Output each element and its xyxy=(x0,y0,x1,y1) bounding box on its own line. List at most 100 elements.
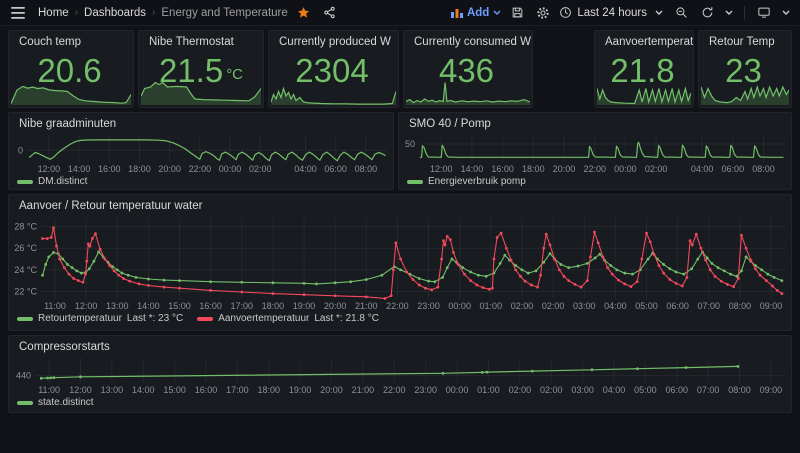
refresh-interval-chevron-icon[interactable] xyxy=(723,3,735,23)
breadcrumb: Home › Dashboards › Energy and Temperatu… xyxy=(38,7,288,19)
timeseries-chart[interactable]: 11:00 12:00 13:00 14:00 15:00 16:00 17:00 18:00… xyxy=(9,213,791,312)
zoom-out-icon[interactable] xyxy=(671,3,691,23)
svg-text:15:00: 15:00 xyxy=(168,301,191,311)
svg-text:21:00: 21:00 xyxy=(355,301,378,311)
svg-text:14:00: 14:00 xyxy=(461,164,484,174)
svg-text:13:00: 13:00 xyxy=(106,301,129,311)
time-range-picker[interactable]: Last 24 hours xyxy=(559,6,647,19)
timeseries-chart[interactable]: 11:00 12:00 13:00 14:00 15:00 16:00 17:00 18:00… xyxy=(9,354,791,396)
svg-text:21:00: 21:00 xyxy=(352,385,375,395)
svg-text:05:00: 05:00 xyxy=(635,301,658,311)
panel-title[interactable]: Retour Temp xyxy=(699,31,791,49)
svg-text:18:00: 18:00 xyxy=(258,385,281,395)
svg-text:19:00: 19:00 xyxy=(293,301,316,311)
svg-text:01:00: 01:00 xyxy=(477,385,500,395)
svg-text:12:00: 12:00 xyxy=(430,164,453,174)
panel-title[interactable]: Nibe graadminuten xyxy=(9,113,393,131)
svg-text:14:00: 14:00 xyxy=(68,164,91,174)
svg-text:13:00: 13:00 xyxy=(101,385,124,395)
svg-text:01:00: 01:00 xyxy=(480,301,503,311)
dashboard-settings-icon[interactable] xyxy=(533,3,553,23)
svg-text:02:00: 02:00 xyxy=(542,301,565,311)
svg-text:00:00: 00:00 xyxy=(219,164,242,174)
cycle-view-mode-icon[interactable] xyxy=(754,3,774,23)
legend-item[interactable]: Aanvoertemperatuur Last *: 21.8 °C xyxy=(197,313,379,324)
legend-item[interactable]: state.distinct xyxy=(17,397,94,408)
svg-text:04:00: 04:00 xyxy=(294,164,317,174)
svg-text:09:00: 09:00 xyxy=(760,301,783,311)
legend-item[interactable]: DM.distinct xyxy=(17,176,87,187)
legend-item[interactable]: Retourtemperatuur Last *: 23 °C xyxy=(17,313,183,324)
svg-text:28 °C: 28 °C xyxy=(14,222,37,232)
stat-panel-retour-temp: Retour Temp 23 xyxy=(698,30,792,108)
panel-title[interactable]: Aanvoertemperat... xyxy=(595,31,693,49)
grid-empty-space xyxy=(537,30,590,108)
view-mode-chevron-icon[interactable] xyxy=(780,3,792,23)
stat-panel-consumed-w: Currently consumed W 436 xyxy=(403,30,533,108)
save-dashboard-icon[interactable] xyxy=(507,3,527,23)
chart-row-1: Nibe graadminuten 12:00 14:00 16:00 18:00 20… xyxy=(8,112,792,190)
refresh-icon[interactable] xyxy=(697,3,717,23)
panel-title[interactable]: SMO 40 / Pomp xyxy=(399,113,791,131)
breadcrumb-separator: › xyxy=(74,7,79,18)
svg-text:02:00: 02:00 xyxy=(509,385,532,395)
sparkline-chart xyxy=(140,75,262,105)
svg-text:440: 440 xyxy=(16,371,31,381)
panel-aanvoer-retour-temperatuur: Aanvoer / Retour temperatuur water 11:00… xyxy=(8,194,792,331)
svg-text:22:00: 22:00 xyxy=(386,301,409,311)
sparkline-chart xyxy=(10,75,132,105)
chart-legend: state.distinct xyxy=(9,396,791,412)
panel-title[interactable]: Compressorstarts xyxy=(9,336,791,354)
svg-text:00:00: 00:00 xyxy=(448,301,471,311)
panel-title[interactable]: Nibe Thermostat xyxy=(139,31,263,49)
breadcrumb-home[interactable]: Home xyxy=(38,7,69,19)
share-icon[interactable] xyxy=(320,3,340,23)
add-panel-icon xyxy=(450,9,463,18)
svg-text:08:00: 08:00 xyxy=(355,164,378,174)
panel-title[interactable]: Couch temp xyxy=(9,31,133,49)
stat-panel-nibe-thermostat: Nibe Thermostat 21.5 °C xyxy=(138,30,264,108)
breadcrumb-dashboards[interactable]: Dashboards xyxy=(84,7,146,19)
svg-text:17:00: 17:00 xyxy=(231,301,254,311)
svg-text:04:00: 04:00 xyxy=(603,385,626,395)
svg-text:12:00: 12:00 xyxy=(75,301,98,311)
svg-text:12:00: 12:00 xyxy=(38,164,61,174)
panel-title[interactable]: Currently consumed W xyxy=(404,31,532,49)
svg-text:14:00: 14:00 xyxy=(137,301,160,311)
legend-label: Retourtemperatuur Last *: 23 °C xyxy=(38,313,184,324)
panel-compressorstarts: Compressorstarts 11:00 12:00 13:00 14:00 15:… xyxy=(8,335,792,413)
legend-series-dash-icon xyxy=(17,316,33,321)
svg-text:15:00: 15:00 xyxy=(163,385,186,395)
svg-text:14:00: 14:00 xyxy=(132,385,155,395)
legend-series-dash-icon xyxy=(407,179,423,184)
timeseries-chart[interactable]: 12:00 14:00 16:00 18:00 20:00 22:00 00:00 02:00… xyxy=(399,131,791,175)
timeseries-chart[interactable]: 12:00 14:00 16:00 18:00 20:00 22:00 00:00 02:00… xyxy=(9,131,393,175)
svg-text:24 °C: 24 °C xyxy=(14,265,37,275)
svg-text:08:00: 08:00 xyxy=(752,164,775,174)
panel-title[interactable]: Currently produced W xyxy=(269,31,398,49)
svg-text:07:00: 07:00 xyxy=(697,301,720,311)
nav-divider xyxy=(744,5,745,20)
add-button[interactable]: Add xyxy=(450,6,501,19)
legend-series-dash-icon xyxy=(17,400,33,405)
svg-text:16:00: 16:00 xyxy=(98,164,121,174)
chart-row-3: Compressorstarts 11:00 12:00 13:00 14:00 15:… xyxy=(8,335,792,413)
time-range-chevron-icon[interactable] xyxy=(653,3,665,23)
favorite-star-icon[interactable] xyxy=(294,3,314,23)
svg-text:18:00: 18:00 xyxy=(522,164,545,174)
svg-text:23:00: 23:00 xyxy=(414,385,437,395)
menu-icon[interactable] xyxy=(8,3,28,23)
svg-text:02:00: 02:00 xyxy=(540,385,563,395)
add-button-label: Add xyxy=(466,6,490,19)
svg-text:02:00: 02:00 xyxy=(249,164,272,174)
svg-text:17:00: 17:00 xyxy=(226,385,249,395)
legend-item[interactable]: Energieverbruik pomp xyxy=(407,176,526,187)
svg-text:00:00: 00:00 xyxy=(446,385,469,395)
stat-row: Couch temp 20.6 Nibe Thermostat 21.5 °C … xyxy=(8,30,792,108)
svg-text:04:00: 04:00 xyxy=(604,301,627,311)
panel-title[interactable]: Aanvoer / Retour temperatuur water xyxy=(9,195,791,213)
legend-label: state.distinct xyxy=(38,397,94,408)
chevron-down-icon xyxy=(493,10,501,15)
svg-text:20:00: 20:00 xyxy=(553,164,576,174)
svg-text:08:00: 08:00 xyxy=(728,385,751,395)
